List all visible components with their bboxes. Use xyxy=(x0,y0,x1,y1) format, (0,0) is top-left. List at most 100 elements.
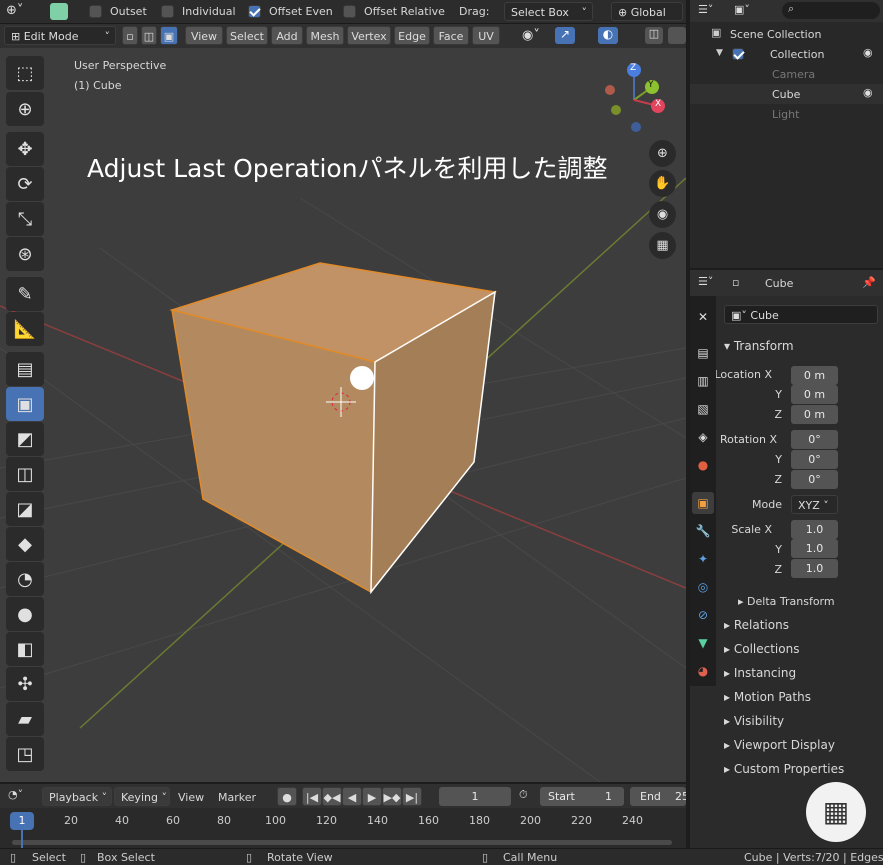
jump-end-button[interactable]: ▶| xyxy=(402,787,422,806)
collection-label[interactable]: Collection xyxy=(770,48,824,61)
object-tab-icon[interactable]: ▣ xyxy=(692,492,714,514)
scale-z-field[interactable]: 1.0 xyxy=(791,559,838,578)
location-y-field[interactable]: 0 m xyxy=(791,385,838,404)
scrollbar[interactable] xyxy=(12,840,672,845)
move-tool-icon[interactable]: ✥ xyxy=(6,132,44,166)
display-mode-icon[interactable]: ▣˅ xyxy=(734,3,750,16)
modifier-tab-icon[interactable]: 🔧 xyxy=(692,520,714,542)
vertex-select-button[interactable]: ▫ xyxy=(122,26,138,45)
scale-x-field[interactable]: 1.0 xyxy=(791,520,838,539)
orientation-dropdown[interactable]: ⊕ Global xyxy=(611,2,683,21)
section-motion-paths[interactable]: ▸ Motion Paths xyxy=(724,690,811,704)
view-layer-tab-icon[interactable]: ▧ xyxy=(692,398,714,420)
stopwatch-icon[interactable]: ⏱ xyxy=(519,788,528,802)
annotate-tool-icon[interactable]: ✎ xyxy=(6,277,44,311)
extrude-region-tool-icon[interactable]: ▤ xyxy=(6,352,44,386)
menu-uv[interactable]: UV xyxy=(472,26,500,45)
perspective-grid-icon[interactable]: ▦ xyxy=(649,232,676,259)
bevel-tool-icon[interactable]: ◩ xyxy=(6,422,44,456)
zoom-icon[interactable]: ⊕ xyxy=(649,140,676,167)
drag-dropdown[interactable]: Select Box ˅ xyxy=(504,2,593,21)
constraints-tab-icon[interactable]: ⊘ xyxy=(692,604,714,626)
world-tab-icon[interactable]: ● xyxy=(692,454,714,476)
overlay-toggle-icon[interactable]: ◐ xyxy=(598,27,618,44)
camera-view-icon[interactable]: ◉ xyxy=(649,201,676,228)
section-instancing[interactable]: ▸ Instancing xyxy=(724,666,796,680)
data-tab-icon[interactable]: ▼ xyxy=(692,632,714,654)
3d-viewport[interactable]: User Perspective (1) Cube Adjust Last Op… xyxy=(0,48,686,782)
scale-y-field[interactable]: 1.0 xyxy=(791,539,838,558)
timeline-view-menu[interactable]: View xyxy=(178,791,204,804)
section-relations[interactable]: ▸ Relations xyxy=(724,618,789,632)
record-button[interactable]: ● xyxy=(277,787,297,806)
object-name-field[interactable]: ▣˅ Cube xyxy=(724,305,878,324)
timeline-editor-icon[interactable]: ◔˅ xyxy=(8,788,23,801)
shading-solid-icon[interactable] xyxy=(668,27,686,44)
material-tab-icon[interactable]: ◕ xyxy=(692,660,714,682)
spin-tool-icon[interactable]: ◔ xyxy=(6,562,44,596)
rotation-x-field[interactable]: 0° xyxy=(791,430,838,449)
timeline-marker-menu[interactable]: Marker xyxy=(218,791,256,804)
rip-region-tool-icon[interactable]: ◳ xyxy=(6,737,44,771)
end-frame-field[interactable]: End 25 xyxy=(630,787,686,806)
scene-collection-label[interactable]: Scene Collection xyxy=(730,28,821,41)
render-tab-icon[interactable]: ▤ xyxy=(692,342,714,364)
menu-vertex[interactable]: Vertex xyxy=(347,26,391,45)
edge-select-button[interactable]: ◫ xyxy=(141,26,157,45)
visibility-icon[interactable]: ◉˅ xyxy=(522,28,540,43)
playhead[interactable]: 1 xyxy=(10,812,34,830)
menu-edge[interactable]: Edge xyxy=(394,26,430,45)
outset-checkbox[interactable] xyxy=(89,5,102,18)
shrink-fatten-tool-icon[interactable]: ✣ xyxy=(6,667,44,701)
poly-build-tool-icon[interactable]: ◆ xyxy=(6,527,44,561)
menu-add[interactable]: Add xyxy=(271,26,303,45)
expand-arrow-icon[interactable]: ▼ xyxy=(716,48,723,58)
delta-transform-section[interactable]: ▸ Delta Transform xyxy=(738,595,835,608)
menu-view[interactable]: View xyxy=(185,26,223,45)
jump-start-button[interactable]: |◀ xyxy=(302,787,322,806)
transform-pivot-icon[interactable]: ⊕˅ xyxy=(6,3,36,21)
outliner-item-camera[interactable]: Camera xyxy=(772,68,815,81)
rotation-mode-dropdown[interactable]: XYZ ˅ xyxy=(791,495,838,514)
knife-tool-icon[interactable]: ◪ xyxy=(6,492,44,526)
keying-menu[interactable]: Keying ˅ xyxy=(114,787,170,806)
section-collections[interactable]: ▸ Collections xyxy=(724,642,799,656)
current-frame-field[interactable]: 1 xyxy=(439,787,511,806)
properties-editor-icon[interactable]: ☰˅ xyxy=(698,275,713,288)
outliner-editor-icon[interactable]: ☰˅ xyxy=(698,3,713,16)
loop-cut-tool-icon[interactable]: ◫ xyxy=(6,457,44,491)
location-x-field[interactable]: 0 m xyxy=(791,366,838,385)
measure-tool-icon[interactable]: 📐 xyxy=(6,312,44,346)
playback-menu[interactable]: Playback ˅ xyxy=(42,787,112,806)
face-select-button[interactable]: ▣ xyxy=(160,26,178,45)
xray-icon[interactable]: ◫ xyxy=(645,27,663,44)
scale-tool-icon[interactable]: ⤡ xyxy=(6,202,44,236)
particles-tab-icon[interactable]: ✦ xyxy=(692,548,714,570)
offset-even-checkbox[interactable] xyxy=(248,5,261,18)
menu-face[interactable]: Face xyxy=(433,26,469,45)
rotation-y-field[interactable]: 0° xyxy=(791,450,838,469)
rotation-z-field[interactable]: 0° xyxy=(791,470,838,489)
section-custom-properties[interactable]: ▸ Custom Properties xyxy=(724,762,844,776)
pin-icon[interactable]: 📌 xyxy=(862,276,876,289)
inset-faces-tool-icon[interactable]: ▣ xyxy=(6,387,44,421)
output-tab-icon[interactable]: ▥ xyxy=(692,370,714,392)
prev-keyframe-button[interactable]: ◆◀ xyxy=(322,787,342,806)
section-viewport-display[interactable]: ▸ Viewport Display xyxy=(724,738,835,752)
shear-tool-icon[interactable]: ▰ xyxy=(6,702,44,736)
edge-slide-tool-icon[interactable]: ◧ xyxy=(6,632,44,666)
outliner-item-light[interactable]: Light xyxy=(772,108,799,121)
smooth-tool-icon[interactable]: ● xyxy=(6,597,44,631)
menu-select[interactable]: Select xyxy=(226,26,268,45)
cursor-tool-icon[interactable]: ⊕ xyxy=(6,92,44,126)
tool-tab-icon[interactable]: ✕ xyxy=(692,306,714,328)
rotate-tool-icon[interactable]: ⟳ xyxy=(6,167,44,201)
mode-dropdown[interactable]: ⊞ Edit Mode ˅ xyxy=(4,26,116,45)
scene-tab-icon[interactable]: ◈ xyxy=(692,426,714,448)
menu-mesh[interactable]: Mesh xyxy=(306,26,344,45)
next-keyframe-button[interactable]: ▶◆ xyxy=(382,787,402,806)
play-reverse-button[interactable]: ◀ xyxy=(342,787,362,806)
physics-tab-icon[interactable]: ◎ xyxy=(692,576,714,598)
navigation-gizmo[interactable]: Z Y X xyxy=(600,60,680,140)
select-box-tool-icon[interactable]: ⬚ xyxy=(6,56,44,90)
